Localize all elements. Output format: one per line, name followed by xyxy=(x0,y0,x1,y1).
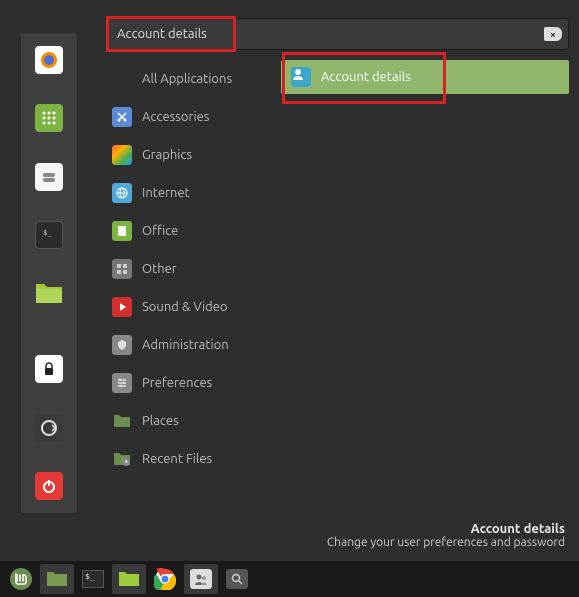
power-icon xyxy=(41,478,57,494)
chrome-icon xyxy=(154,568,176,590)
results-list: Account details xyxy=(273,60,569,478)
terminal-icon: $_ xyxy=(41,227,57,243)
category-preferences[interactable]: Preferences xyxy=(108,364,273,402)
terminal-icon: $_ xyxy=(85,572,95,581)
lock-icon xyxy=(41,361,57,377)
category-label: Places xyxy=(142,414,179,428)
fav-files[interactable] xyxy=(28,273,70,313)
category-internet[interactable]: Internet xyxy=(108,174,273,212)
category-other[interactable]: Other xyxy=(108,250,273,288)
category-label: Internet xyxy=(142,186,190,200)
taskbar-contacts[interactable] xyxy=(184,564,218,594)
search-input[interactable]: Account details × xyxy=(108,18,569,50)
svg-text:$_: $_ xyxy=(43,229,52,237)
category-places[interactable]: Places xyxy=(108,402,273,440)
menu-footer: Account details Change your user prefere… xyxy=(327,522,565,549)
taskbar: $_ xyxy=(0,561,579,597)
category-label: Graphics xyxy=(142,148,192,162)
taskbar-menu-button[interactable] xyxy=(4,564,38,594)
folder-icon xyxy=(113,413,131,429)
fav-lock[interactable] xyxy=(28,349,70,389)
fav-terminal[interactable]: $_ xyxy=(28,215,70,255)
account-icon xyxy=(291,67,305,81)
magnifier-icon xyxy=(231,573,243,585)
folder-icon xyxy=(34,280,64,306)
category-graphics[interactable]: Graphics xyxy=(108,136,273,174)
category-label: Recent Files xyxy=(142,452,212,466)
category-label: Accessories xyxy=(142,110,209,124)
fav-firefox[interactable] xyxy=(28,40,70,80)
taskbar-files[interactable] xyxy=(40,564,74,594)
category-label: Preferences xyxy=(142,376,212,390)
category-label: Administration xyxy=(142,338,229,352)
search-text: Account details xyxy=(117,27,207,41)
category-list: All Applications Accessories Graphics In… xyxy=(108,60,273,478)
category-accessories[interactable]: Accessories xyxy=(108,98,273,136)
fav-apps-grid[interactable] xyxy=(28,98,70,138)
taskbar-chrome[interactable] xyxy=(148,564,182,594)
fav-software-manager[interactable] xyxy=(28,157,70,197)
apps-grid-icon xyxy=(41,110,57,126)
folder-icon xyxy=(46,570,68,588)
footer-subtitle: Change your user preferences and passwor… xyxy=(327,536,565,549)
firefox-icon xyxy=(39,50,59,70)
scissors-icon xyxy=(116,111,128,123)
office-icon xyxy=(116,225,128,237)
category-label: Office xyxy=(142,224,178,238)
logout-icon xyxy=(40,419,58,437)
taskbar-search[interactable] xyxy=(220,564,254,594)
folder-clock-icon xyxy=(113,451,131,467)
start-menu: Account details × All Applications Acces… xyxy=(108,18,569,478)
mint-logo-icon xyxy=(9,567,33,591)
software-manager-icon xyxy=(41,169,57,185)
category-label: Other xyxy=(142,262,177,276)
category-label: Sound & Video xyxy=(142,300,228,314)
play-icon xyxy=(116,301,128,313)
sliders-icon xyxy=(116,377,128,389)
clear-icon: × xyxy=(550,29,556,40)
globe-icon xyxy=(116,187,128,199)
clear-search-button[interactable]: × xyxy=(544,27,562,41)
result-account-details[interactable]: Account details xyxy=(281,60,569,94)
fav-power[interactable] xyxy=(28,466,70,506)
category-all-applications[interactable]: All Applications xyxy=(108,60,273,98)
category-administration[interactable]: Administration xyxy=(108,326,273,364)
contacts-icon xyxy=(194,572,208,586)
category-sound-video[interactable]: Sound & Video xyxy=(108,288,273,326)
footer-title: Account details xyxy=(327,522,565,536)
category-office[interactable]: Office xyxy=(108,212,273,250)
category-label: All Applications xyxy=(142,72,232,86)
grid-icon xyxy=(116,263,128,275)
fav-logout[interactable] xyxy=(28,408,70,448)
graphics-icon xyxy=(112,145,132,165)
result-label: Account details xyxy=(321,70,411,84)
taskbar-files-2[interactable] xyxy=(112,564,146,594)
shield-icon xyxy=(116,339,128,351)
favorites-column: $_ xyxy=(20,32,78,514)
taskbar-terminal[interactable]: $_ xyxy=(76,564,110,594)
folder-icon xyxy=(118,570,140,588)
category-recent-files[interactable]: Recent Files xyxy=(108,440,273,478)
